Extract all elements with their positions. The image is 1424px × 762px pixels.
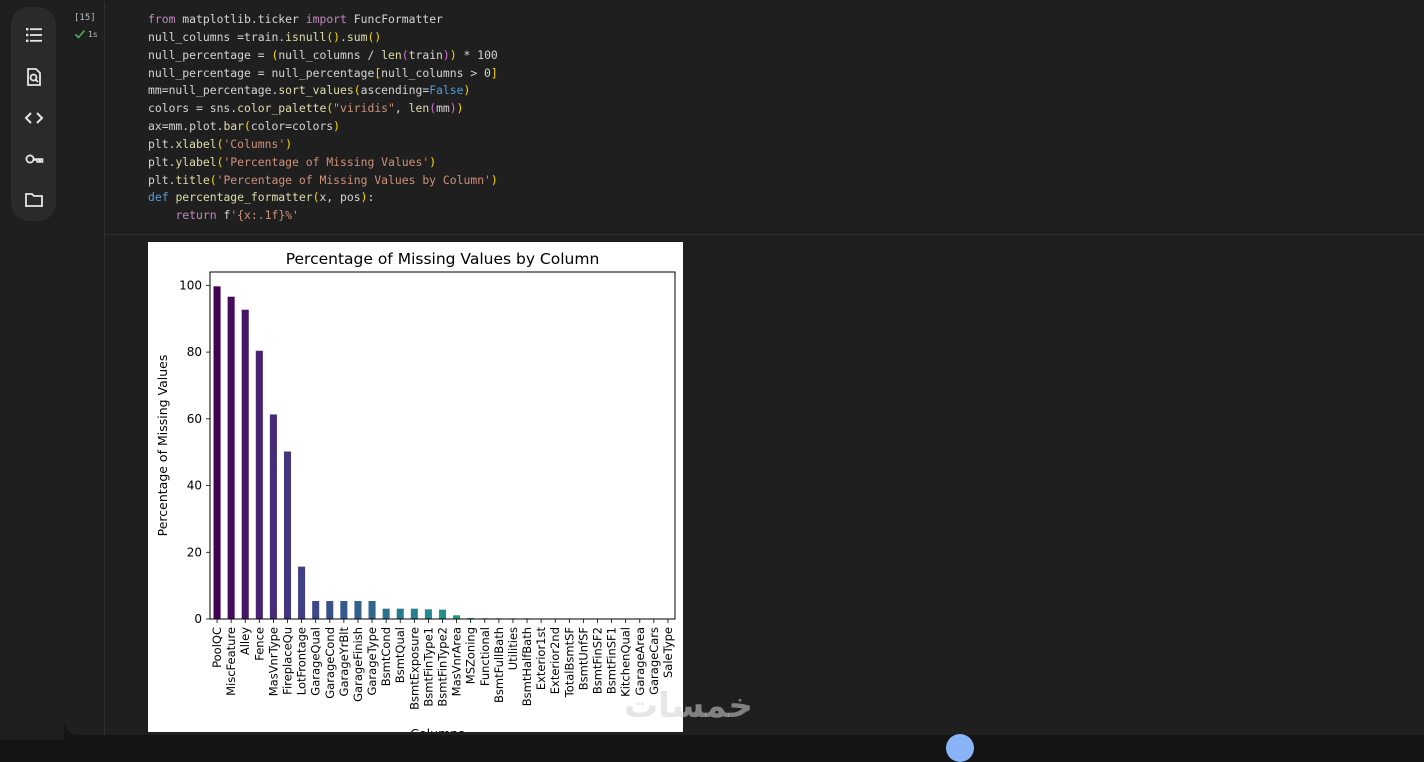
x-tick-label: GarageYrBlt: [337, 627, 351, 697]
bar-LotFrontage: [298, 567, 305, 619]
x-tick-label: BsmtFinType1: [421, 627, 435, 707]
bar-BsmtFinType1: [425, 609, 432, 619]
x-tick-label: GarageCars: [647, 627, 661, 695]
x-tick-label: BsmtFinSF1: [605, 627, 619, 694]
code-line-4: null_percentage = null_percentage[null_c…: [148, 66, 498, 80]
x-tick-label: BsmtFinType2: [436, 627, 450, 707]
code-line-1: from matplotlib.ticker import FuncFormat…: [148, 12, 443, 26]
code-editor[interactable]: from matplotlib.ticker import FuncFormat…: [104, 2, 1424, 235]
code-line-5: mm=null_percentage.sort_values(ascending…: [148, 83, 470, 97]
execution-status: 1s: [74, 28, 97, 40]
code-line-9: plt.ylabel('Percentage of Missing Values…: [148, 155, 436, 169]
bar-GarageCond: [326, 601, 333, 619]
bar-MasVnrArea: [453, 615, 460, 619]
chart-title: Percentage of Missing Values by Column: [286, 250, 600, 268]
x-tick-label: GarageQual: [309, 627, 323, 696]
x-tick-label: LotFrontage: [295, 627, 309, 695]
x-tick-label: Alley: [238, 627, 252, 655]
y-tick-label: 0: [194, 612, 202, 626]
y-tick-label: 100: [179, 278, 202, 292]
y-tick-label: 20: [187, 545, 202, 559]
x-tick-label: MiscFeature: [224, 627, 238, 696]
bar-GarageType: [369, 601, 376, 619]
x-tick-label: BsmtExposure: [407, 627, 421, 710]
secrets-button[interactable]: [21, 146, 47, 172]
bar-MiscFeature: [228, 297, 235, 619]
list-icon: [24, 25, 44, 45]
code-line-8: plt.xlabel('Columns'): [148, 137, 292, 151]
y-tick-label: 60: [187, 412, 202, 426]
bar-Fence: [256, 351, 263, 619]
code-line-7: ax=mm.plot.bar(color=colors): [148, 119, 340, 133]
bar-GarageQual: [312, 601, 319, 619]
plot-area-frame: [210, 272, 675, 619]
x-axis-label: Columns: [410, 726, 464, 732]
code-icon: [24, 108, 44, 128]
bar-GarageYrBlt: [340, 601, 347, 619]
side-toolbar: [11, 7, 56, 221]
x-tick-label: GarageCond: [323, 627, 337, 699]
folder-icon: [24, 190, 44, 210]
x-tick-label: TotalBsmtSF: [562, 627, 576, 698]
y-tick-label: 80: [187, 345, 202, 359]
x-tick-label: SaleType: [661, 627, 675, 678]
x-tick-label: BsmtUnfSF: [576, 627, 590, 690]
table-of-contents-button[interactable]: [21, 22, 47, 48]
code-line-6: colors = sns.color_palette("viridis", le…: [148, 101, 464, 115]
bar-BsmtFinType2: [439, 610, 446, 619]
plot-output: PoolQCMiscFeatureAlleyFenceMasVnrTypeFir…: [148, 242, 683, 732]
key-icon: [24, 149, 44, 169]
bar-Alley: [242, 310, 249, 619]
x-tick-label: FireplaceQu: [281, 627, 295, 695]
code-line-12: return f'{x:.1f}%': [148, 208, 299, 222]
find-replace-button[interactable]: [21, 64, 47, 90]
check-icon: [74, 28, 86, 40]
y-tick-label: 40: [187, 479, 202, 493]
search-document-icon: [24, 67, 44, 87]
scroll-indicator[interactable]: [946, 734, 974, 762]
code-line-2: null_columns =train.isnull().sum(): [148, 30, 381, 44]
x-tick-label: MasVnrArea: [450, 627, 464, 696]
bar-PoolQC: [214, 286, 221, 619]
cell-gutter: [15] 1s: [64, 0, 105, 735]
y-axis-label: Percentage of Missing Values: [155, 355, 170, 537]
x-tick-label: Exterior1st: [534, 627, 548, 691]
x-tick-label: GarageFinish: [351, 627, 365, 702]
x-tick-label: PoolQC: [210, 627, 224, 668]
bar-BsmtCond: [383, 609, 390, 619]
x-tick-label: MSZoning: [464, 627, 478, 684]
x-tick-label: BsmtCond: [379, 627, 393, 686]
x-tick-label: Utilities: [506, 627, 520, 670]
code-line-3: null_percentage = (null_columns / len(tr…: [148, 48, 498, 62]
bar-FireplaceQu: [284, 452, 291, 619]
x-tick-label: BsmtHalfBath: [520, 627, 534, 706]
watermark-logo: خمسات: [624, 686, 753, 726]
x-tick-label: Exterior2nd: [548, 627, 562, 694]
x-tick-label: MasVnrType: [266, 627, 280, 696]
code-line-11: def percentage_formatter(x, pos):: [148, 190, 374, 204]
execution-time: 1s: [88, 30, 97, 39]
bar-BsmtExposure: [411, 609, 418, 619]
bar-MasVnrType: [270, 414, 277, 619]
bar-BsmtQual: [397, 609, 404, 619]
code-text[interactable]: from matplotlib.ticker import FuncFormat…: [148, 11, 498, 225]
left-rail: [0, 0, 64, 740]
code-line-10: plt.title('Percentage of Missing Values …: [148, 173, 498, 187]
code-snippets-button[interactable]: [21, 105, 47, 131]
x-tick-label: Fence: [252, 627, 266, 661]
x-tick-label: BsmtFullBath: [492, 627, 506, 703]
files-button[interactable]: [21, 187, 47, 213]
x-tick-label: GarageType: [365, 627, 379, 696]
bar-chart: PoolQCMiscFeatureAlleyFenceMasVnrTypeFir…: [148, 242, 683, 732]
x-tick-label: BsmtFinSF2: [591, 627, 605, 694]
x-tick-label: Functional: [478, 627, 492, 686]
bar-GarageFinish: [354, 601, 361, 619]
x-tick-label: BsmtQual: [393, 627, 407, 683]
execution-count: [15]: [74, 13, 96, 23]
